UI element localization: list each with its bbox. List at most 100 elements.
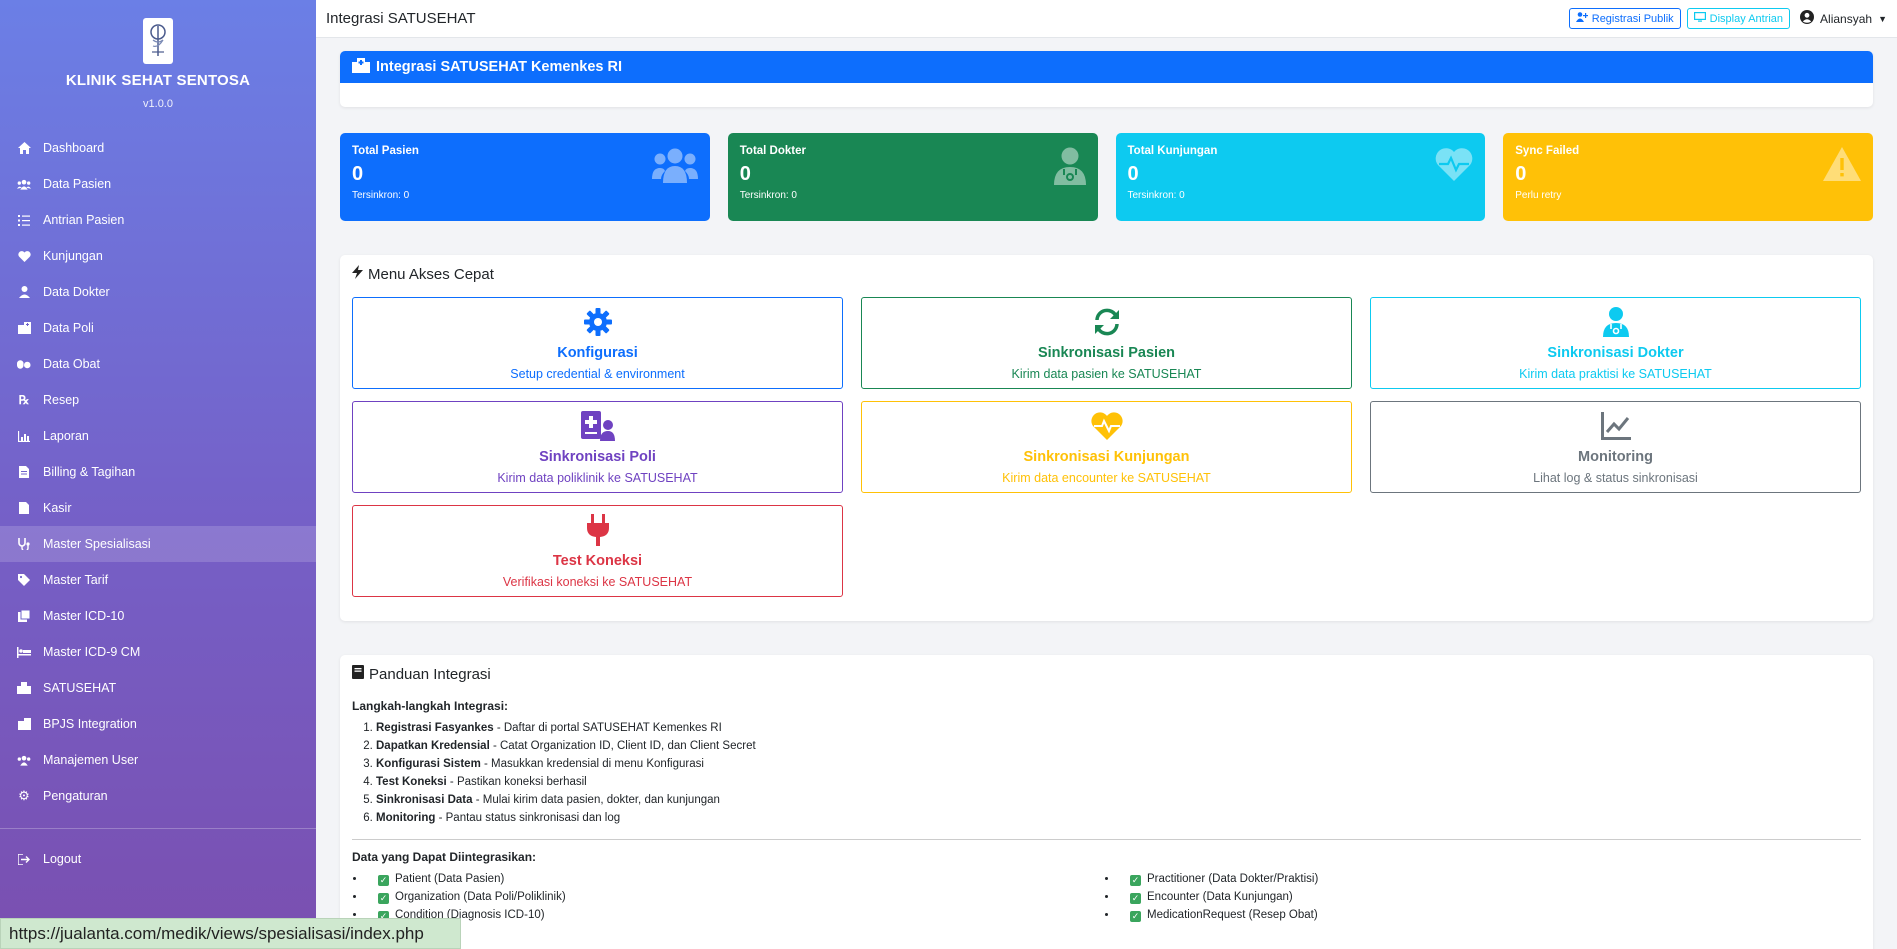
- sync-icon: [862, 305, 1351, 339]
- stat-label: Total Kunjungan: [1127, 145, 1218, 157]
- data-list-right: ✓Practitioner (Data Dokter/Praktisi) ✓En…: [1104, 870, 1804, 924]
- sidebar-item-label: Master Tarif: [43, 573, 109, 587]
- sinkronisasi-pasien-card[interactable]: Sinkronisasi Pasien Kirim data pasien ke…: [861, 297, 1352, 389]
- quick-access-card: Menu Akses Cepat Konfigurasi Setup crede…: [340, 255, 1873, 621]
- user-md-icon: [1053, 147, 1086, 188]
- data-heading: Data yang Dapat Diintegrasikan:: [352, 850, 537, 864]
- topbar-actions: Registrasi Publik Display Antrian Alians…: [1568, 8, 1887, 29]
- sidebar-item-data-pasien[interactable]: Data Pasien: [0, 166, 316, 202]
- sidebar-item-bpjs[interactable]: BPJS Integration: [0, 706, 316, 742]
- browser-status-url: https://jualanta.com/medik/views/spesial…: [0, 918, 461, 949]
- brand: KLINIK SEHAT SENTOSA v1.0.0: [0, 0, 316, 110]
- procedures-icon: [17, 645, 31, 659]
- sidebar-item-label: Kunjungan: [43, 249, 103, 263]
- pills-icon: [17, 357, 31, 371]
- stat-total-dokter: Total Dokter 0 Tersinkron: 0: [727, 133, 1098, 221]
- caret-down-icon: ▼: [1878, 13, 1887, 24]
- sinkronisasi-dokter-card[interactable]: Sinkronisasi Dokter Kirim data praktisi …: [1370, 297, 1861, 389]
- cog-icon: ⚙: [18, 788, 30, 803]
- stat-label: Total Dokter: [739, 145, 806, 157]
- sidebar-item-data-obat[interactable]: Data Obat: [0, 346, 316, 382]
- sidebar-item-pengaturan[interactable]: ⚙ Pengaturan: [0, 778, 316, 814]
- sidebar-item-logout[interactable]: Logout: [0, 841, 316, 877]
- check-square-icon: ✓: [378, 875, 389, 886]
- sidebar-item-laporan[interactable]: Laporan: [0, 418, 316, 454]
- konfigurasi-card[interactable]: Konfigurasi Setup credential & environme…: [352, 297, 843, 389]
- stat-sub: Tersinkron: 0: [352, 190, 410, 201]
- sidebar-item-billing[interactable]: Billing & Tagihan: [0, 454, 316, 490]
- sidebar-item-dashboard[interactable]: Dashboard: [0, 130, 316, 166]
- stat-sub: Tersinkron: 0: [1127, 190, 1185, 201]
- building-icon: [17, 717, 31, 731]
- sidebar-item-master-spesialisasi[interactable]: Master Spesialisasi: [0, 526, 316, 562]
- sidebar-item-kunjungan[interactable]: Kunjungan: [0, 238, 316, 274]
- sidebar-item-master-icd9[interactable]: Master ICD-9 CM: [0, 634, 316, 670]
- heartbeat-icon: [862, 409, 1351, 443]
- list-item: ✓Practitioner (Data Dokter/Praktisi): [1118, 870, 1804, 888]
- cog-icon: [353, 305, 842, 339]
- page-title: Integrasi SATUSEHAT: [326, 10, 476, 27]
- list-item: ✓MedicationRequest (Resep Obat): [1118, 906, 1804, 924]
- sidebar-item-satusehat[interactable]: SATUSEHAT: [0, 670, 316, 706]
- user-md-icon: [17, 285, 31, 299]
- sinkronisasi-poli-card[interactable]: Sinkronisasi Poli Kirim data poliklinik …: [352, 401, 843, 493]
- sidebar-item-kasir[interactable]: Kasir: [0, 490, 316, 526]
- users-icon: [17, 177, 31, 191]
- sidebar-item-label: Data Poli: [43, 321, 94, 335]
- sidebar-item-label: Billing & Tagihan: [43, 465, 136, 479]
- stat-label: Sync Failed: [1515, 145, 1580, 157]
- sidebar-item-data-poli[interactable]: Data Poli: [0, 310, 316, 346]
- sidebar-item-antrian-pasien[interactable]: Antrian Pasien: [0, 202, 316, 238]
- steps-heading: Langkah-langkah Integrasi:: [352, 699, 509, 713]
- clinic-icon: [17, 681, 31, 695]
- sidebar-item-resep[interactable]: ℞ Resep: [0, 382, 316, 418]
- qa-desc: Lihat log & status sinkronisasi: [1533, 471, 1698, 485]
- check-square-icon: ✓: [1130, 911, 1141, 922]
- stat-value: 0: [1515, 163, 1527, 185]
- users-icon: [651, 147, 698, 186]
- sidebar-item-label: Master Spesialisasi: [43, 537, 151, 551]
- user-plus-icon: [1575, 12, 1588, 25]
- monitoring-card[interactable]: Monitoring Lihat log & status sinkronisa…: [1370, 401, 1861, 493]
- heartbeat-icon: [1435, 147, 1473, 184]
- sinkronisasi-kunjungan-card[interactable]: Sinkronisasi Kunjungan Kirim data encoun…: [861, 401, 1352, 493]
- test-koneksi-card[interactable]: Test Koneksi Verifikasi koneksi ke SATUS…: [352, 505, 843, 597]
- stats-row: Total Pasien 0 Tersinkron: 0 Total Dokte…: [340, 133, 1873, 221]
- topbar: Integrasi SATUSEHAT Registrasi Publik Di…: [316, 0, 1897, 38]
- check-square-icon: ✓: [1130, 893, 1141, 904]
- display-antrian-button[interactable]: Display Antrian: [1686, 8, 1791, 29]
- sidebar-item-data-dokter[interactable]: Data Dokter: [0, 274, 316, 310]
- sidebar-nav: Dashboard Data Pasien Antrian Pasien Kun…: [0, 130, 316, 877]
- list-item: Dapatkan Kredensial - Catat Organization…: [376, 737, 1861, 755]
- sidebar-item-label: SATUSEHAT: [43, 681, 117, 695]
- user-circle-icon: [1800, 10, 1815, 27]
- monitor-icon: [1693, 12, 1706, 25]
- qa-title: Sinkronisasi Poli: [539, 449, 656, 465]
- list-item: Registrasi Fasyankes - Daftar di portal …: [376, 719, 1861, 737]
- main-content: Integrasi SATUSEHAT Kemenkes RI Total Pa…: [340, 51, 1873, 949]
- chart-line-icon: [17, 429, 31, 443]
- quick-access-grid: Konfigurasi Setup credential & environme…: [352, 297, 1861, 597]
- sidebar-item-manajemen-user[interactable]: Manajemen User: [0, 742, 316, 778]
- qa-desc: Kirim data poliklinik ke SATUSEHAT: [497, 471, 698, 485]
- user-menu[interactable]: Aliansyah ▼: [1800, 10, 1887, 27]
- qa-desc: Kirim data praktisi ke SATUSEHAT: [1519, 367, 1712, 381]
- qa-title: Sinkronisasi Pasien: [1037, 345, 1175, 361]
- qa-desc: Kirim data encounter ke SATUSEHAT: [1002, 471, 1211, 485]
- header-bar: Integrasi SATUSEHAT Kemenkes RI: [340, 51, 1873, 83]
- user-md-icon: [1371, 305, 1860, 339]
- sidebar-item-master-icd10[interactable]: Master ICD-10: [0, 598, 316, 634]
- users-cog-icon: [17, 753, 31, 767]
- list-item: Sinkronisasi Data - Mulai kirim data pas…: [376, 791, 1861, 809]
- sidebar-item-label: Kasir: [43, 501, 72, 515]
- sidebar-divider: [0, 828, 316, 829]
- sidebar: KLINIK SEHAT SENTOSA v1.0.0 Dashboard Da…: [0, 0, 316, 949]
- qa-title: Sinkronisasi Dokter: [1547, 345, 1684, 361]
- sidebar-item-master-tarif[interactable]: Master Tarif: [0, 562, 316, 598]
- stat-sub: Perlu retry: [1515, 190, 1562, 201]
- app-version: v1.0.0: [143, 98, 173, 110]
- check-square-icon: ✓: [378, 893, 389, 904]
- qa-title: Monitoring: [1578, 449, 1653, 465]
- registrasi-publik-button[interactable]: Registrasi Publik: [1568, 8, 1681, 29]
- cash-register-icon: [17, 501, 31, 515]
